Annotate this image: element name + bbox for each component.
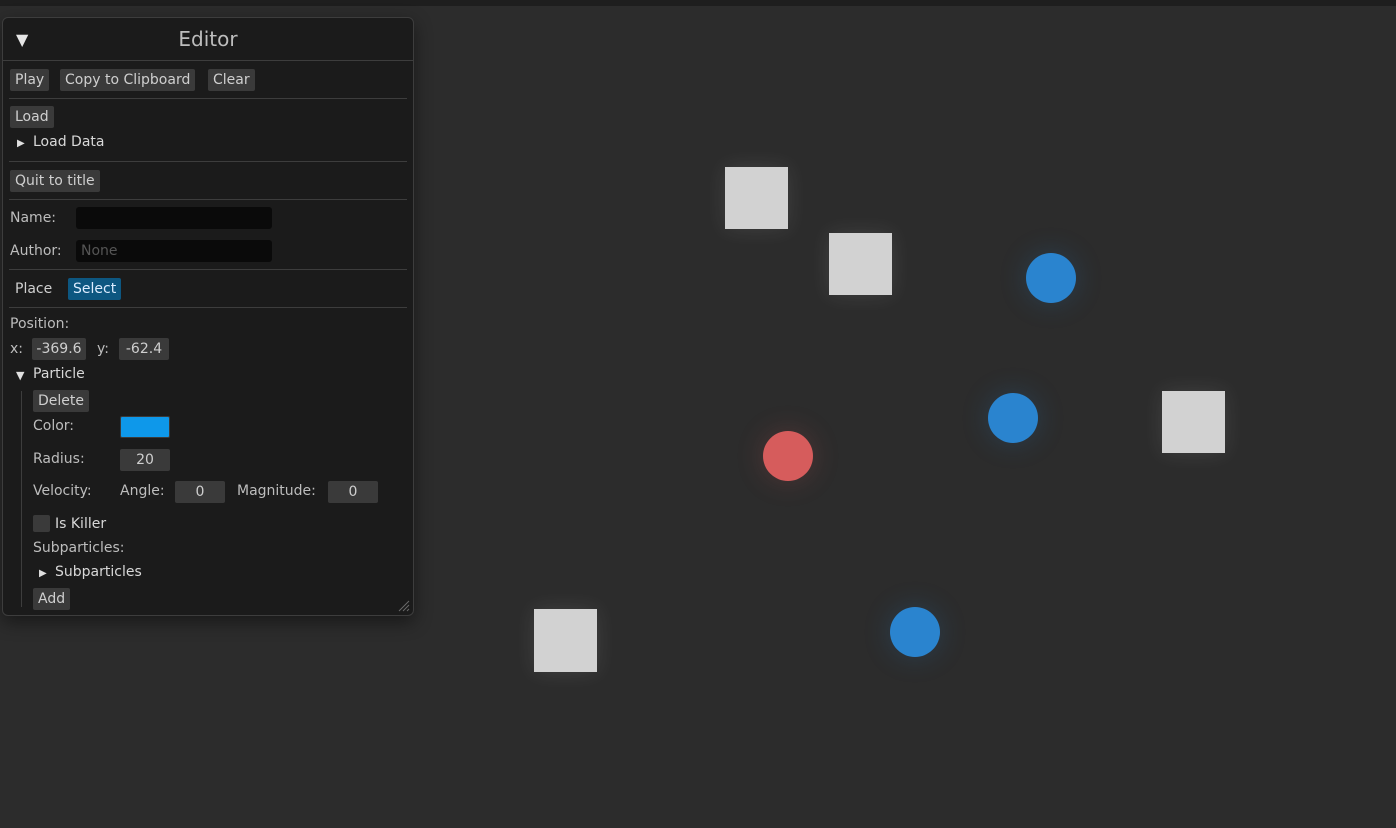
author-label: Author: xyxy=(10,243,62,259)
name-label: Name: xyxy=(10,210,57,226)
play-button[interactable]: Play xyxy=(10,69,50,91)
resize-grip-icon[interactable] xyxy=(398,600,410,612)
red-particle[interactable] xyxy=(763,431,813,481)
triangle-right-icon[interactable]: ▶ xyxy=(17,138,25,149)
clear-button[interactable]: Clear xyxy=(208,69,255,91)
editor-panel: ▼ Editor Play Copy to Clipboard Clear Lo… xyxy=(2,17,414,616)
author-field[interactable]: None xyxy=(76,240,272,262)
triangle-down-icon[interactable]: ▼ xyxy=(16,369,24,382)
radius-label: Radius: xyxy=(33,451,85,467)
color-swatch[interactable] xyxy=(120,416,170,438)
triangle-right-icon[interactable]: ▶ xyxy=(39,568,47,579)
block-square[interactable] xyxy=(1162,391,1225,453)
position-x-field[interactable]: -369.6 xyxy=(32,338,86,360)
subparticles-label: Subparticles: xyxy=(33,540,125,556)
load-button[interactable]: Load xyxy=(10,106,54,128)
block-square[interactable] xyxy=(725,167,788,229)
color-label: Color: xyxy=(33,418,75,434)
position-label: Position: xyxy=(10,316,70,332)
is-killer-checkbox[interactable] xyxy=(33,515,50,532)
indent-line xyxy=(21,391,22,607)
subparticles-section[interactable]: Subparticles xyxy=(55,564,142,580)
separator xyxy=(9,98,407,99)
velocity-label: Velocity: xyxy=(33,483,92,499)
copy-to-clipboard-button[interactable]: Copy to Clipboard xyxy=(60,69,196,91)
angle-field[interactable]: 0 xyxy=(175,481,225,503)
blue-particle[interactable] xyxy=(988,393,1038,443)
separator xyxy=(9,161,407,162)
block-square[interactable] xyxy=(534,609,597,672)
radius-field[interactable]: 20 xyxy=(120,449,170,471)
block-square[interactable] xyxy=(829,233,892,295)
angle-label: Angle: xyxy=(120,483,165,499)
position-y-field[interactable]: -62.4 xyxy=(119,338,169,360)
separator xyxy=(9,269,407,270)
place-mode-tab[interactable]: Place xyxy=(10,278,57,300)
blue-particle[interactable] xyxy=(890,607,940,657)
magnitude-label: Magnitude: xyxy=(237,483,316,499)
blue-particle[interactable] xyxy=(1026,253,1076,303)
editor-title-bar[interactable]: ▼ Editor xyxy=(3,18,413,61)
editor-title: Editor xyxy=(178,27,238,51)
load-data-section[interactable]: Load Data xyxy=(33,134,104,150)
particle-section[interactable]: Particle xyxy=(33,366,85,382)
x-label: x: xyxy=(10,341,24,357)
name-field[interactable] xyxy=(76,207,272,229)
add-subparticle-button[interactable]: Add xyxy=(33,588,71,610)
delete-button[interactable]: Delete xyxy=(33,390,89,412)
is-killer-label[interactable]: Is Killer xyxy=(55,516,106,532)
select-mode-tab[interactable]: Select xyxy=(68,278,122,300)
magnitude-field[interactable]: 0 xyxy=(328,481,378,503)
separator xyxy=(9,199,407,200)
separator xyxy=(9,307,407,308)
quit-to-title-button[interactable]: Quit to title xyxy=(10,170,100,192)
y-label: y: xyxy=(97,341,109,357)
